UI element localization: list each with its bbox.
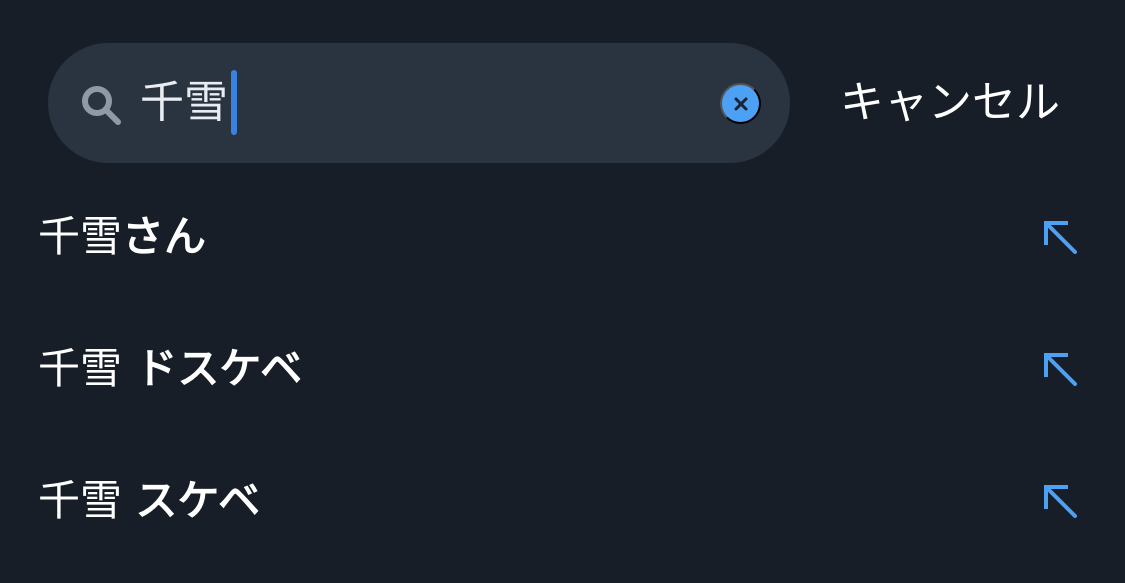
fill-arrow-up-left-icon[interactable] [1041, 350, 1079, 388]
suggestion-item[interactable]: 千雪 スケベ [0, 435, 1125, 567]
clear-search-button[interactable] [720, 83, 761, 124]
text-cursor [231, 70, 237, 135]
suggestion-item[interactable]: 千雪 ドスケベ [0, 303, 1125, 435]
search-field[interactable]: 千雪 [48, 43, 790, 163]
suggestion-item[interactable]: 千雪さん [0, 171, 1125, 303]
search-query[interactable]: 千雪 [140, 71, 228, 135]
fill-arrow-up-left-icon[interactable] [1041, 218, 1079, 256]
suggestion-term: 千雪 [38, 476, 136, 525]
suggestion-label: 千雪 スケベ [38, 466, 260, 536]
suggestion-term: 千雪 [38, 344, 136, 393]
fill-arrow-up-left-icon[interactable] [1041, 482, 1079, 520]
suggestion-label: 千雪 ドスケベ [38, 334, 302, 404]
search-suggestions-screen: 千雪 キャンセル 千雪さん 千雪 ドスケベ 千雪 スケベ [0, 0, 1125, 583]
close-icon [734, 97, 747, 110]
search-bar-row: 千雪 キャンセル [48, 43, 1125, 163]
suggestion-completion: さん [122, 212, 207, 261]
suggestion-completion: ドスケベ [135, 344, 303, 393]
cancel-button[interactable]: キャンセル [840, 72, 1060, 134]
suggestion-list: 千雪さん 千雪 ドスケベ 千雪 スケベ [0, 171, 1125, 567]
suggestion-completion: スケベ [135, 476, 261, 525]
suggestion-term: 千雪 [38, 212, 123, 261]
search-icon [82, 86, 121, 125]
suggestion-label: 千雪さん [38, 202, 206, 272]
